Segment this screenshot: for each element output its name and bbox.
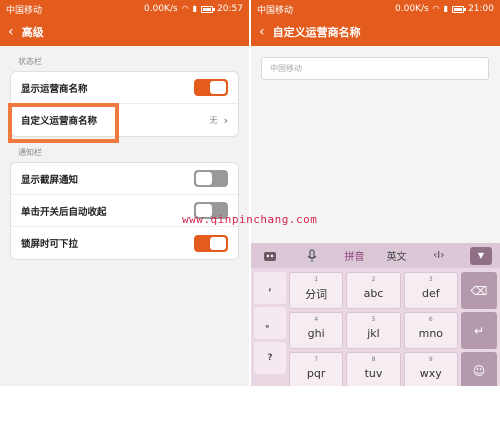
t9-key[interactable]: 5 jkl xyxy=(346,312,401,349)
setting-label: 显示运营商名称 xyxy=(21,83,88,95)
notification-settings-card: 显示截屏通知 单击开关后自动收起 锁屏时可下拉 xyxy=(10,162,239,260)
punct-key[interactable]: 。 xyxy=(254,307,286,339)
function-key-column: ⌫ ↵ ☺ xyxy=(461,272,497,386)
setting-row-custom-carrier[interactable]: 自定义运营商名称 无 › xyxy=(11,104,238,136)
setting-label: 单击开关后自动收起 xyxy=(21,206,107,218)
ime-keyboard: 拼音 英文 ‹I› ▼ , 。 ? 1 分词 2 abc 3 def 4 ghi 5 jk… xyxy=(251,243,500,386)
carrier-name: 中国移动 xyxy=(6,5,43,16)
title-bar: ‹ 高级 xyxy=(0,18,249,46)
title-bar: ‹ 自定义运营商名称 xyxy=(251,18,500,46)
wifi-icon: ◠ xyxy=(432,4,440,13)
t9-key-grid: 1 分词 2 abc 3 def 4 ghi 5 jkl 6 mno 7 pqr 8 tuv 9… xyxy=(289,272,458,386)
setting-label: 显示截屏通知 xyxy=(21,174,79,186)
statusbar-settings-card: 显示运营商名称 自定义运营商名称 无 › xyxy=(10,71,239,137)
section-header-statusbar: 状态栏 xyxy=(18,57,42,66)
status-bar: 中国移动 0.00K/s ◠ ▮ 20:57 xyxy=(0,0,249,18)
emoji-icon[interactable]: ☺ xyxy=(461,352,497,386)
chevron-right-icon: › xyxy=(223,113,228,127)
ime-logo-icon[interactable] xyxy=(259,247,281,265)
watermark-text: www.qinpinchang.com xyxy=(182,213,318,226)
carrier-name-input[interactable]: 中国移动 xyxy=(261,57,489,80)
setting-row-lockscreen-pulldown[interactable]: 锁屏时可下拉 xyxy=(11,227,238,259)
cursor-move-button[interactable]: ‹I› xyxy=(428,247,450,265)
status-bar: 中国移动 0.00K/s ◠ ▮ 21:00 xyxy=(251,0,500,18)
t9-key[interactable]: 4 ghi xyxy=(289,312,344,349)
carrier-name: 中国移动 xyxy=(257,5,294,16)
setting-value: 无 xyxy=(209,115,218,125)
punct-key[interactable]: ? xyxy=(254,342,286,374)
clock: 21:00 xyxy=(468,4,494,14)
battery-icon xyxy=(452,5,467,13)
screenshot-root: 中国移动 0.00K/s ◠ ▮ 20:57 ‹ 高级 状态栏 显示运营商名称 … xyxy=(0,0,500,442)
english-mode-button[interactable]: 英文 xyxy=(386,247,408,265)
setting-row-screenshot-notify[interactable]: 显示截屏通知 xyxy=(11,163,238,195)
t9-key[interactable]: 2 abc xyxy=(346,272,401,309)
setting-label: 锁屏时可下拉 xyxy=(21,239,79,250)
clock: 20:57 xyxy=(217,4,243,14)
wifi-icon: ◠ xyxy=(181,4,189,13)
t9-key[interactable]: 8 tuv xyxy=(346,352,401,386)
section-header-notification: 通知栏 xyxy=(18,148,42,157)
right-phone-screen: 中国移动 0.00K/s ◠ ▮ 21:00 ‹ 自定义运营商名称 中国移动 拼… xyxy=(251,0,500,386)
punctuation-column: , 。 ? xyxy=(254,272,286,386)
punct-key[interactable]: , xyxy=(254,272,286,304)
left-phone-screen: 中国移动 0.00K/s ◠ ▮ 20:57 ‹ 高级 状态栏 显示运营商名称 … xyxy=(0,0,249,386)
toggle-switch-on[interactable] xyxy=(194,234,228,252)
mic-icon[interactable] xyxy=(301,247,323,265)
setting-label: 自定义运营商名称 xyxy=(21,116,98,127)
pinyin-mode-button[interactable]: 拼音 xyxy=(343,247,365,265)
signal-icon: ▮ xyxy=(192,4,198,13)
t9-key[interactable]: 1 分词 xyxy=(289,272,344,309)
signal-icon: ▮ xyxy=(443,4,449,13)
collapse-keyboard-icon[interactable]: ▼ xyxy=(469,246,492,265)
ime-toolbar: 拼音 英文 ‹I› ▼ xyxy=(251,243,500,268)
t9-key[interactable]: 9 wxy xyxy=(403,352,458,386)
t9-key[interactable]: 6 mno xyxy=(403,312,458,349)
network-speed: 0.00K/s xyxy=(144,4,178,14)
enter-icon[interactable]: ↵ xyxy=(461,312,497,349)
page-title: 自定义运营商名称 xyxy=(272,26,361,39)
toggle-switch-on[interactable] xyxy=(194,79,228,96)
back-arrow-icon[interactable]: ‹ xyxy=(8,24,14,40)
back-arrow-icon[interactable]: ‹ xyxy=(259,24,265,40)
t9-key[interactable]: 7 pqr xyxy=(289,352,344,386)
page-title: 高级 xyxy=(21,26,44,39)
delete-icon[interactable]: ⌫ xyxy=(461,272,497,309)
t9-key[interactable]: 3 def xyxy=(403,272,458,309)
network-speed: 0.00K/s xyxy=(395,4,429,14)
toggle-switch-off[interactable] xyxy=(194,170,228,187)
setting-row-show-carrier[interactable]: 显示运营商名称 xyxy=(11,72,238,104)
battery-icon xyxy=(201,5,216,13)
